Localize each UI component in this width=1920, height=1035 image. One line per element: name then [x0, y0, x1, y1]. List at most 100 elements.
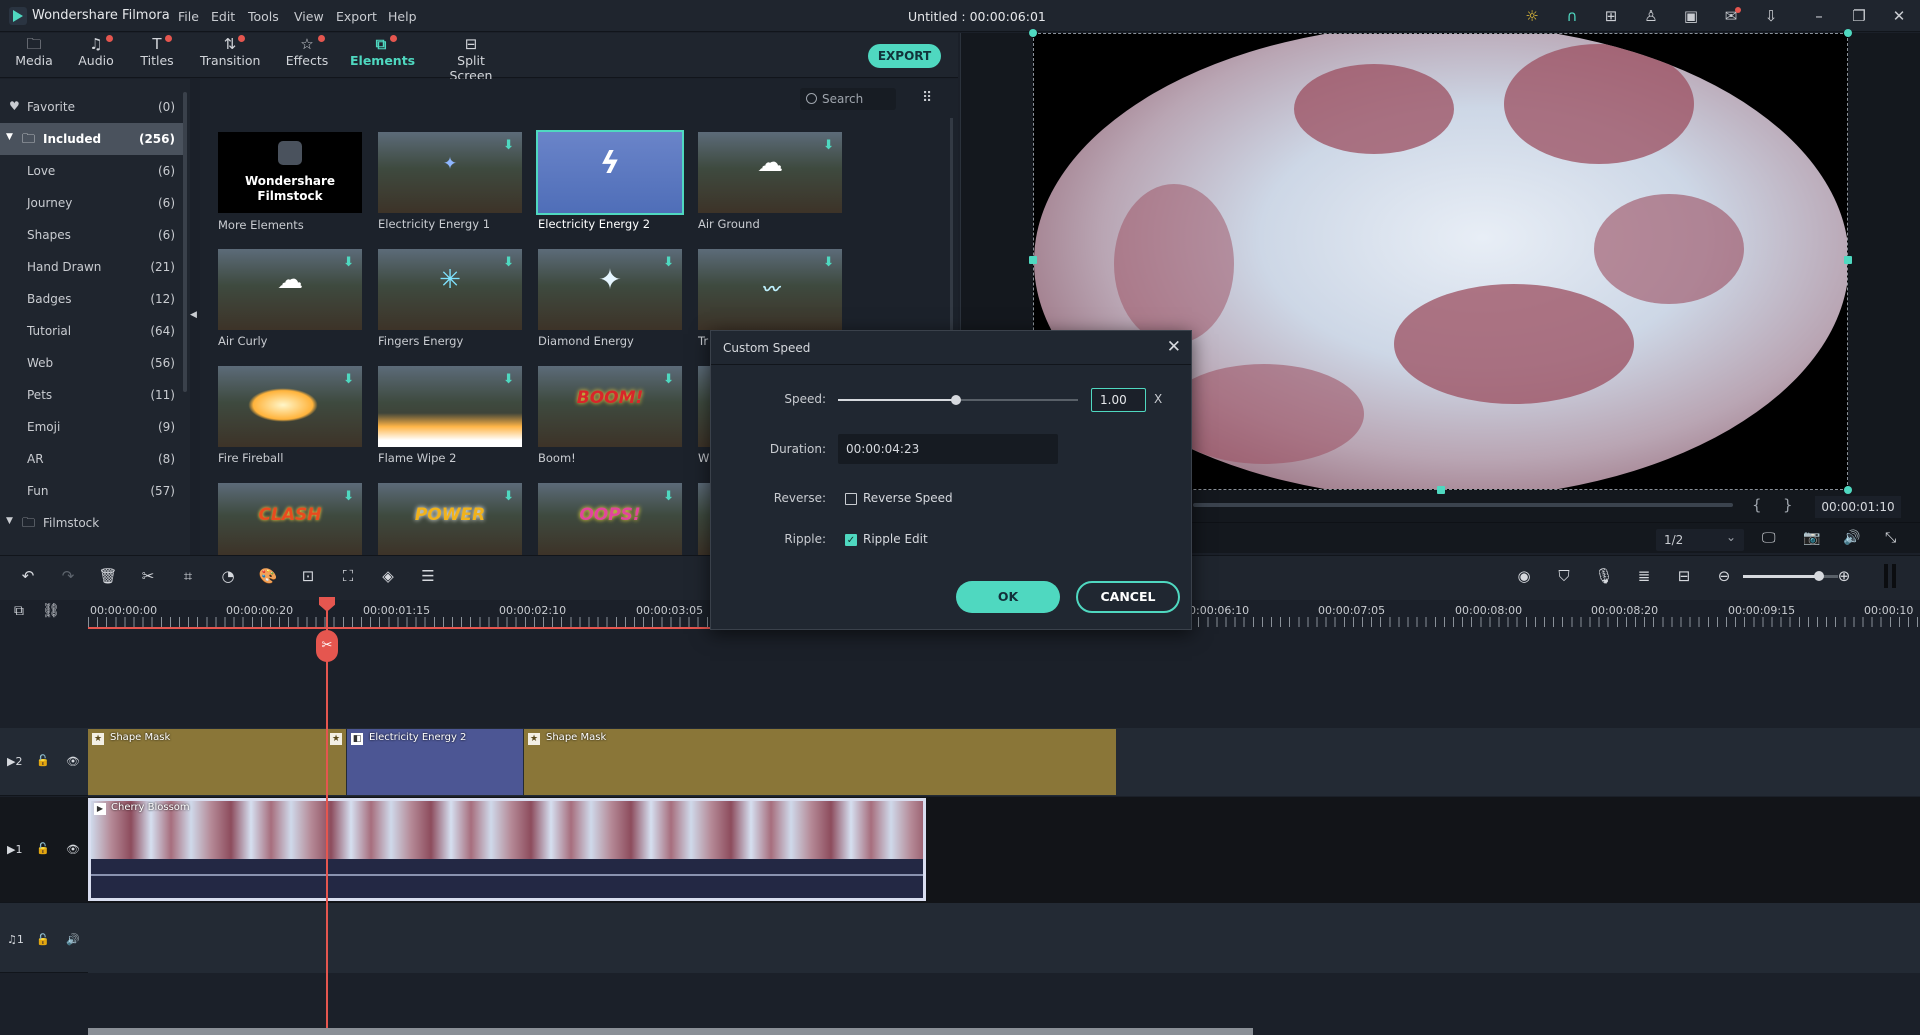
zoom-out-icon[interactable]: ⊖: [1713, 567, 1735, 585]
element-thumb-power[interactable]: ⬇ POWER: [378, 483, 522, 555]
display-settings-icon[interactable]: 🖵: [1762, 530, 1776, 546]
speed-slider-knob[interactable]: [950, 395, 961, 405]
resize-handle[interactable]: [1029, 29, 1037, 37]
element-thumb-more-elements[interactable]: Wondershare Filmstock: [218, 132, 362, 213]
preview-scrub-bar[interactable]: [1193, 503, 1733, 507]
adjust-icon[interactable]: ☰: [417, 567, 439, 585]
lock-icon[interactable]: 🔓: [36, 754, 50, 767]
speed-input[interactable]: [1091, 388, 1146, 412]
eye-icon[interactable]: 👁: [66, 755, 80, 768]
sidebar-scrollbar[interactable]: [183, 92, 187, 392]
mail-icon[interactable]: ✉: [1721, 6, 1741, 26]
duration-field[interactable]: 00:00:04:23: [838, 434, 1058, 464]
resize-handle[interactable]: [1844, 256, 1852, 264]
sidebar-item-emoji[interactable]: Emoji (9): [0, 411, 183, 443]
resize-handle[interactable]: [1029, 256, 1037, 264]
element-thumb-electricity-energy-2[interactable]: ϟ: [536, 130, 684, 215]
export-button[interactable]: EXPORT: [868, 44, 941, 68]
undo-icon[interactable]: ↶: [17, 567, 39, 585]
render-icon[interactable]: ◉: [1513, 567, 1535, 585]
element-thumb-tr[interactable]: ⬇ 〰: [698, 249, 842, 330]
preview-quality-select[interactable]: 1/2: [1656, 526, 1744, 551]
sidebar-item-journey[interactable]: Journey (6): [0, 187, 183, 219]
element-thumb-fingers-energy[interactable]: ⬇ ✳: [378, 249, 522, 330]
save-icon[interactable]: ▣: [1681, 6, 1701, 26]
sidebar-item-badges[interactable]: Badges (12): [0, 283, 183, 315]
timeline-zoom-knob[interactable]: [1814, 571, 1824, 581]
menu-help[interactable]: Help: [388, 9, 417, 24]
grid-view-icon[interactable]: ⠿: [922, 90, 932, 106]
panel-resize-handle[interactable]: [1884, 564, 1896, 588]
sidebar-item-fun[interactable]: Fun (57): [0, 475, 183, 507]
headset-icon[interactable]: ∩: [1562, 6, 1582, 26]
keyframe-icon[interactable]: ◈: [377, 567, 399, 585]
element-thumb-flame-wipe-2[interactable]: ⬇: [378, 366, 522, 447]
sidebar-item-ar[interactable]: AR (8): [0, 443, 183, 475]
speed-icon[interactable]: ◔: [217, 567, 239, 585]
menu-view[interactable]: View: [294, 9, 324, 24]
menu-tools[interactable]: Tools: [248, 9, 279, 24]
close-icon[interactable]: ✕: [1167, 337, 1181, 357]
green-screen-icon[interactable]: ⊡: [297, 567, 319, 585]
ok-button[interactable]: OK: [956, 581, 1060, 613]
clip-shape-mask[interactable]: ★ Shape Mask ★: [88, 729, 346, 795]
sidebar-item-shapes[interactable]: Shapes (6): [0, 219, 183, 251]
mark-out-button[interactable]: }: [1783, 496, 1793, 514]
resize-handle[interactable]: [1844, 29, 1852, 37]
timeline-scrollbar[interactable]: [88, 1028, 1253, 1035]
ripple-edit-option[interactable]: Ripple Edit: [863, 532, 928, 546]
search-input[interactable]: Search: [800, 88, 896, 110]
audio-mixer-icon[interactable]: ≣: [1633, 567, 1655, 585]
download-icon[interactable]: ⬇: [823, 255, 834, 270]
element-thumb-air-curly[interactable]: ⬇ ☁: [218, 249, 362, 330]
tab-split-screen[interactable]: ⊟ Split Screen: [436, 33, 506, 83]
stabilize-icon[interactable]: ⛶: [337, 567, 359, 585]
ripple-edit-checkbox[interactable]: ✓: [845, 534, 857, 546]
tab-audio[interactable]: ♫ Audio: [76, 33, 116, 78]
clip-electricity-energy-2[interactable]: ◧ Electricity Energy 2: [347, 729, 523, 795]
clip-cherry-blossom[interactable]: ▶ Cherry Blossom: [88, 798, 926, 901]
menu-file[interactable]: File: [178, 9, 199, 24]
marker-icon[interactable]: ⛉: [1553, 567, 1575, 585]
download-icon[interactable]: ⬇: [503, 138, 514, 153]
lock-icon[interactable]: 🔓: [36, 933, 50, 946]
add-track-icon[interactable]: ⧉: [8, 603, 30, 619]
cancel-button[interactable]: CANCEL: [1076, 581, 1180, 613]
menu-edit[interactable]: Edit: [211, 9, 235, 24]
tab-titles[interactable]: T Titles: [137, 33, 177, 78]
collapse-sidebar-icon[interactable]: ◀: [190, 310, 197, 320]
download-icon[interactable]: ⬇: [343, 372, 354, 387]
resize-handle[interactable]: [1437, 486, 1445, 494]
resize-handle[interactable]: [1844, 486, 1852, 494]
download-icon[interactable]: ⬇: [663, 372, 674, 387]
element-thumb-boom[interactable]: ⬇ BOOM!: [538, 366, 682, 447]
snapshot-icon[interactable]: 📷: [1803, 530, 1820, 546]
lock-icon[interactable]: 🔓: [36, 842, 50, 855]
split-scissors-icon[interactable]: ✂: [316, 630, 338, 662]
link-icon[interactable]: ⛓: [40, 603, 62, 619]
user-icon[interactable]: ♙: [1641, 6, 1661, 26]
gift-icon[interactable]: ⊞: [1601, 6, 1621, 26]
reverse-speed-option[interactable]: Reverse Speed: [863, 491, 953, 505]
tab-media[interactable]: 🗀 Media: [14, 33, 54, 78]
sidebar-item-favorite[interactable]: ♥ Favorite (0): [0, 91, 183, 123]
eye-icon[interactable]: 👁: [66, 843, 80, 856]
sidebar-item-web[interactable]: Web (56): [0, 347, 183, 379]
element-thumb-diamond-energy[interactable]: ⬇ ✦: [538, 249, 682, 330]
zoom-in-icon[interactable]: ⊕: [1833, 567, 1855, 585]
element-thumb-oops[interactable]: ⬇ OOPS!: [538, 483, 682, 555]
timeline-zoom-slider[interactable]: [1743, 575, 1819, 578]
cut-icon[interactable]: ✂: [137, 567, 159, 585]
close-icon[interactable]: ✕: [1889, 6, 1909, 26]
bulb-icon[interactable]: ☼: [1522, 6, 1542, 26]
download-icon[interactable]: ⇩: [1761, 6, 1781, 26]
color-icon[interactable]: 🎨: [257, 567, 279, 585]
playhead-line[interactable]: [326, 598, 328, 1028]
download-icon[interactable]: ⬇: [663, 489, 674, 504]
element-thumb-clash[interactable]: ⬇ CLASH: [218, 483, 362, 555]
restore-icon[interactable]: ❐: [1849, 6, 1869, 26]
reverse-speed-checkbox[interactable]: [845, 493, 857, 505]
tab-effects[interactable]: ☆ Effects: [284, 33, 330, 78]
element-thumb-air-ground[interactable]: ⬇ ☁: [698, 132, 842, 213]
crop-icon[interactable]: ⌗: [177, 567, 199, 585]
